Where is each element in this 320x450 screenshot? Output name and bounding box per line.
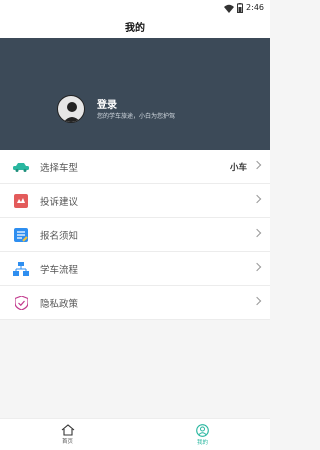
chevron-right-icon bbox=[252, 194, 262, 204]
status-time: 2:46 bbox=[246, 2, 264, 12]
chevron-right-icon bbox=[252, 296, 262, 306]
notice-icon bbox=[12, 226, 30, 244]
shield-icon bbox=[12, 294, 30, 312]
menu-list: 选择车型 小车 投诉建议 报名须知 学车流程 隐私政策 bbox=[0, 150, 270, 320]
bottom-tab-bar: 首页 我的 bbox=[0, 418, 270, 450]
status-icons: 2:46 bbox=[224, 1, 264, 13]
tab-profile-label: 我的 bbox=[196, 439, 208, 446]
tab-profile[interactable]: 我的 bbox=[135, 419, 270, 450]
chevron-right-icon bbox=[252, 262, 262, 272]
menu-item-process[interactable]: 学车流程 bbox=[0, 252, 270, 286]
menu-item-car-type[interactable]: 选择车型 小车 bbox=[0, 150, 270, 184]
chevron-right-icon bbox=[252, 228, 262, 238]
profile-banner[interactable]: 登录 您的学车旅途，小白为您护驾 bbox=[0, 38, 270, 150]
tab-home[interactable]: 首页 bbox=[0, 419, 135, 450]
menu-item-notice[interactable]: 报名须知 bbox=[0, 218, 270, 252]
page-title: 我的 bbox=[125, 22, 145, 34]
title-bar: 我的 bbox=[0, 14, 270, 38]
menu-label: 选择车型 bbox=[40, 162, 79, 174]
menu-label: 学车流程 bbox=[40, 264, 79, 276]
menu-label: 投诉建议 bbox=[40, 196, 79, 208]
tab-home-label: 首页 bbox=[61, 439, 73, 445]
menu-label: 隐私政策 bbox=[40, 298, 79, 310]
car-icon bbox=[12, 158, 30, 176]
menu-item-privacy[interactable]: 隐私政策 bbox=[0, 286, 270, 320]
home-icon bbox=[61, 424, 74, 436]
avatar[interactable] bbox=[57, 95, 85, 123]
login-subtitle: 您的学车旅途，小白为您护驾 bbox=[97, 113, 176, 120]
chevron-right-icon bbox=[252, 160, 262, 170]
user-silhouette-icon bbox=[63, 102, 81, 122]
process-icon bbox=[12, 260, 30, 278]
menu-label: 报名须知 bbox=[40, 230, 79, 242]
profile-icon bbox=[196, 423, 209, 437]
menu-item-complaint[interactable]: 投诉建议 bbox=[0, 184, 270, 218]
car-type-value: 小车 bbox=[229, 162, 247, 173]
login-title[interactable]: 登录 bbox=[97, 96, 117, 111]
complaint-icon bbox=[12, 192, 30, 210]
status-bar: 2:46 bbox=[0, 0, 270, 14]
